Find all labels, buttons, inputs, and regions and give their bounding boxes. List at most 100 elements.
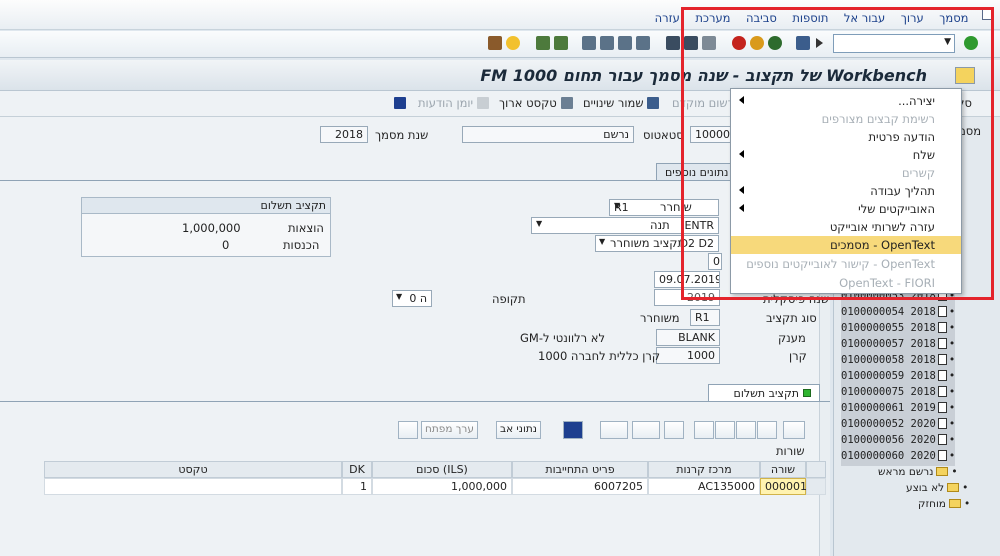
menu-item-attachments[interactable]: רשימת קבצים מצורפים	[731, 110, 961, 128]
print-icon[interactable]	[702, 36, 716, 50]
fiscal-year-field[interactable]: 2019	[654, 289, 720, 306]
tree-item[interactable]: 0100000052 2020 •	[841, 418, 956, 434]
object-services-icon[interactable]	[955, 67, 975, 84]
table-cell[interactable]: 1,000,000	[372, 478, 512, 495]
prev-page-icon[interactable]	[600, 36, 614, 50]
date-field[interactable]: 09.07.2019	[654, 271, 720, 288]
menu-item-relationships[interactable]: קשרים	[731, 164, 961, 182]
first-page-icon[interactable]	[582, 36, 596, 50]
find-icon[interactable]	[715, 421, 735, 439]
cancel-icon[interactable]	[732, 36, 746, 50]
find-icon[interactable]	[684, 36, 698, 50]
col-row[interactable]: שורה	[760, 461, 806, 478]
message-log-button[interactable]: יומן הודעות	[418, 96, 490, 110]
doc-year-field[interactable]: 2018	[320, 126, 368, 143]
exit-icon[interactable]	[982, 8, 994, 20]
chevron-down-icon[interactable]: ▼	[944, 37, 951, 47]
entr-field[interactable]: ▼ ENTR	[531, 217, 719, 234]
zero-field[interactable]: 0	[708, 253, 722, 270]
back-icon[interactable]	[768, 36, 782, 50]
sum-icon[interactable]	[664, 421, 684, 439]
menu-item-send[interactable]: שלח	[731, 146, 961, 164]
menu-item-label: OpenText - קישור לאובייקטים נוספים	[746, 257, 935, 271]
shortcut-icon[interactable]	[536, 36, 550, 50]
menu-item-private-note[interactable]: הודעה פרטית	[731, 128, 961, 146]
master-data-button[interactable]: נתוני אב	[496, 421, 541, 439]
tree-item[interactable]: 0100000075 2018 •	[841, 386, 956, 402]
table-cell[interactable]	[44, 478, 342, 495]
layout-icon[interactable]	[600, 421, 628, 439]
grant-field[interactable]: BLANK	[656, 329, 720, 346]
enter-icon[interactable]	[964, 36, 978, 50]
menu-edit[interactable]: ערוך	[895, 11, 930, 25]
fund-field[interactable]: 1000	[656, 347, 720, 364]
budget-type-field[interactable]: R1	[690, 309, 720, 326]
next-page-icon[interactable]	[618, 36, 632, 50]
command-field[interactable]: ▼	[833, 34, 955, 53]
table-cell[interactable]: 000001	[760, 478, 807, 495]
print-icon[interactable]	[757, 421, 777, 439]
tree-item[interactable]: 0100000061 2019 •	[841, 402, 956, 418]
long-text-button[interactable]: טקסט ארוך	[499, 96, 573, 110]
menu-item-opentext-link[interactable]: OpenText - קישור לאובייקטים נוספים	[731, 255, 961, 273]
col-dk[interactable]: DK	[342, 461, 372, 478]
save-changes-button[interactable]: שמור שינויים	[583, 96, 660, 110]
tree-folder[interactable]: נרשם מראש •	[878, 466, 958, 482]
tree-item[interactable]: 0100000057 2018 •	[841, 338, 956, 354]
menu-item-opentext-fiori[interactable]: OpenText - FIORI	[731, 274, 961, 292]
menu-environment[interactable]: סביבה	[740, 11, 783, 25]
menu-item-opentext-documents[interactable]: OpenText - מסמכים	[731, 236, 961, 254]
menu-item-workflow[interactable]: תהליך עבודה	[731, 182, 961, 200]
col-text[interactable]: טקסט	[44, 461, 342, 478]
park-button[interactable]: רשום מוקדם	[672, 96, 734, 110]
status-field[interactable]: נרשם	[462, 126, 634, 143]
tab-payment-budget[interactable]: תקציב תשלום	[708, 384, 820, 402]
tree-item[interactable]: 0100000056 2020 •	[841, 434, 956, 450]
menu-document[interactable]: מסמך	[933, 11, 974, 25]
new-session-icon[interactable]	[554, 36, 568, 50]
col-fund-center[interactable]: מרכז קרנות	[648, 461, 760, 478]
table-settings-icon[interactable]	[806, 461, 826, 478]
table-cell[interactable]: 6007205	[512, 478, 648, 495]
table-cell[interactable]: 1	[342, 478, 372, 495]
menu-extras[interactable]: תוספות	[786, 11, 834, 25]
tree-item[interactable]: 0100000058 2018 •	[841, 354, 956, 370]
details-icon[interactable]	[783, 421, 805, 439]
graphic-icon[interactable]	[398, 421, 418, 439]
col-commitment-item[interactable]: פריט התחייבות	[512, 461, 648, 478]
info-icon[interactable]	[563, 421, 583, 439]
table-cell[interactable]: AC135000	[648, 478, 760, 495]
sort-icon[interactable]	[694, 421, 714, 439]
tree-folder[interactable]: מוחזק •	[918, 498, 970, 514]
key-value-button[interactable]: ערך מפתח	[421, 421, 478, 439]
help-icon[interactable]	[506, 36, 520, 50]
info-icon[interactable]	[394, 97, 406, 109]
find-next-icon[interactable]	[666, 36, 680, 50]
tree-item[interactable]: 0100000060 2020 •	[841, 450, 956, 466]
tree-folder[interactable]: לא בוצע •	[906, 482, 968, 498]
menu-help[interactable]: עזרה	[649, 11, 686, 25]
tree-doc-year: 2018	[910, 322, 936, 334]
layout-icon[interactable]	[488, 36, 502, 50]
document-icon	[937, 450, 947, 461]
tree-item[interactable]: 0100000055 2018 •	[841, 322, 956, 338]
menu-system[interactable]: מערכת	[689, 11, 736, 25]
save-icon[interactable]	[796, 36, 810, 50]
menu-goto[interactable]: עבור אל	[838, 11, 891, 25]
last-page-icon[interactable]	[636, 36, 650, 50]
tab-additional-data[interactable]: נתונים נוספים	[656, 163, 738, 181]
row-selector[interactable]	[806, 478, 826, 495]
tree-item[interactable]: 0100000059 2018 •	[841, 370, 956, 386]
play-icon[interactable]	[816, 38, 823, 48]
period-field[interactable]: ▼ 0 ה	[392, 290, 432, 307]
export-icon[interactable]	[632, 421, 660, 439]
filter-icon[interactable]	[736, 421, 756, 439]
status-green-icon	[803, 389, 811, 397]
col-amount[interactable]: סכום (ILS)	[372, 461, 512, 478]
menu-item-help-object-services[interactable]: עזרה לשרותי אובייקט	[731, 218, 961, 236]
exit-round-icon[interactable]	[750, 36, 764, 50]
tree-item[interactable]: 0100000054 2018 •	[841, 306, 956, 322]
menu-item-my-objects[interactable]: האובייקטים שלי	[731, 200, 961, 218]
menu-item-create[interactable]: יצירה...	[731, 92, 961, 110]
doc-number-field[interactable]: 100000	[690, 126, 732, 143]
